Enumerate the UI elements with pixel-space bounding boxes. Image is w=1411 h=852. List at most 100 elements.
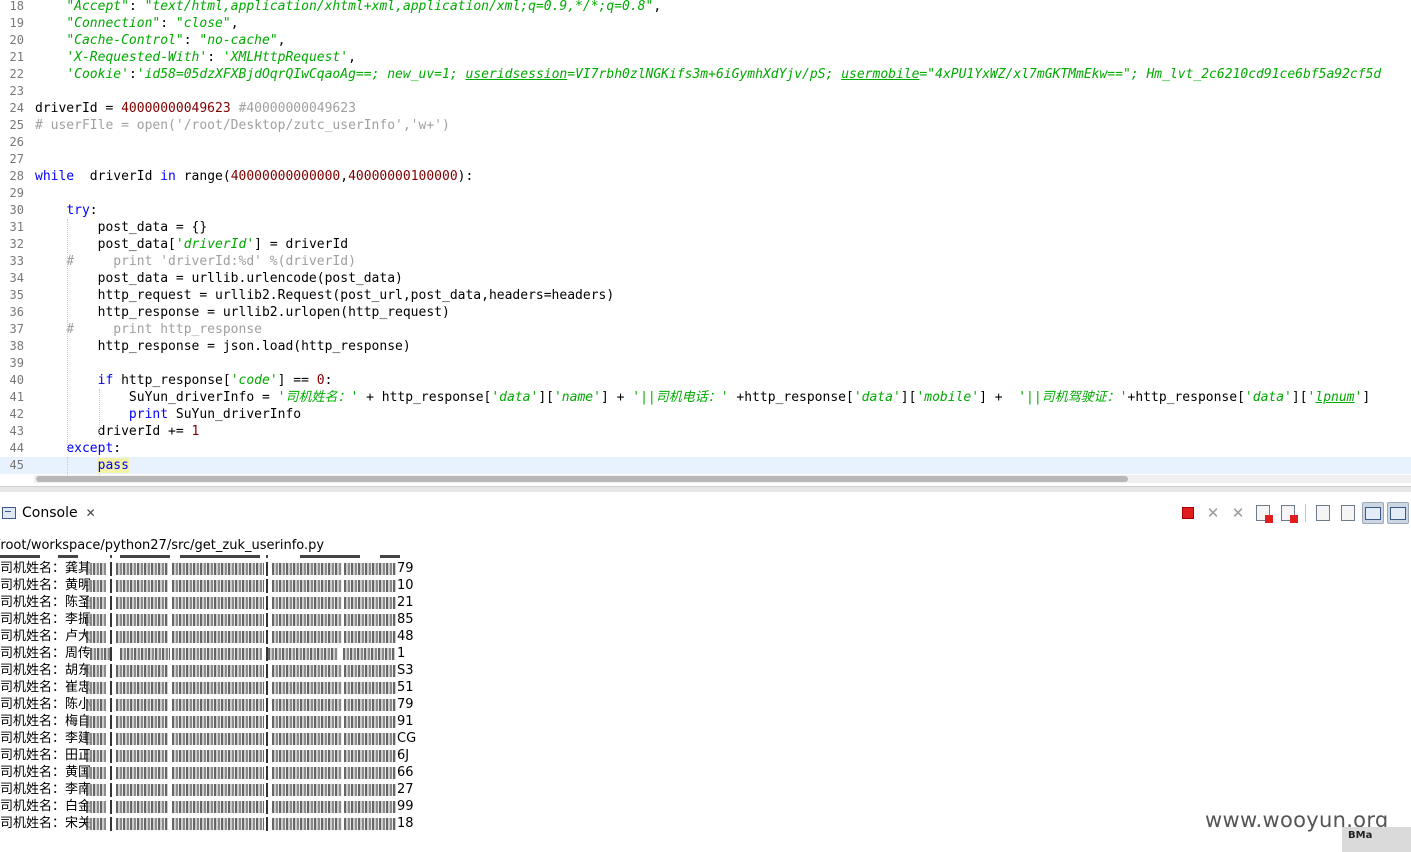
code-line[interactable]: 43 driverId += 1: [0, 423, 1411, 440]
terminate-button[interactable]: [1177, 502, 1199, 524]
tab-console[interactable]: Console ✕: [0, 501, 96, 525]
code-line[interactable]: 19 "Connection": "close",: [0, 15, 1411, 32]
code-line[interactable]: 45 pass: [0, 457, 1411, 474]
code-line[interactable]: 38 http_response = json.load(http_respon…: [0, 338, 1411, 355]
code-token: "Cache-Control": [66, 33, 184, 48]
code-line[interactable]: 33 # print 'driverId:%d' %(driverId): [0, 253, 1411, 270]
redacted-text: [86, 580, 106, 592]
code-line[interactable]: 39: [0, 355, 1411, 372]
show-on-stdout-button[interactable]: [1362, 502, 1384, 524]
redacted-text: [172, 750, 264, 762]
code-token: ,: [653, 0, 662, 14]
redacted-text: [86, 784, 106, 796]
code-line[interactable]: 18 "Accept": "text/html,application/xhtm…: [0, 0, 1411, 15]
line-number: 45: [9, 458, 24, 472]
editor-horizontal-scrollbar[interactable]: [34, 475, 1411, 483]
separator-bar: [266, 647, 268, 661]
redacted-text: [272, 750, 342, 762]
redacted-text: [272, 682, 342, 694]
code-line[interactable]: 34 post_data = urllib.urlencode(post_dat…: [0, 270, 1411, 287]
code-line[interactable]: 36 http_response = urllib2.urlopen(http_…: [0, 304, 1411, 321]
redacted-text: [172, 580, 264, 592]
redacted-text: [344, 580, 396, 592]
redacted-text: [344, 767, 396, 779]
redacted-text: [344, 818, 396, 830]
driver-name-label: 司机姓名：白金: [0, 799, 92, 814]
code-line[interactable]: 35 http_request = urllib2.Request(post_u…: [0, 287, 1411, 304]
code-line[interactable]: 21 'X-Requested-With': 'XMLHttpRequest',: [0, 49, 1411, 66]
code-token: :: [113, 441, 122, 456]
line-number: 20: [9, 33, 24, 47]
redacted-text: [272, 597, 342, 609]
redacted-text: [116, 631, 168, 643]
code-line[interactable]: 26: [0, 134, 1411, 151]
terminate-all-button[interactable]: [1277, 502, 1299, 524]
code-line[interactable]: 32 post_data['driverId'] = driverId: [0, 236, 1411, 253]
code-token: +http_response[: [728, 390, 854, 405]
code-token: :: [160, 16, 176, 31]
code-line[interactable]: 40 if http_response['code'] == 0:: [0, 372, 1411, 389]
code-line[interactable]: 22 'Cookie':'id58=05dzXFXBjdOqrQIwCqaoAg…: [0, 66, 1411, 83]
code-line[interactable]: 31 post_data = {}: [0, 219, 1411, 236]
code-line[interactable]: 24 driverId = 40000000049623 #40000000049…: [0, 100, 1411, 117]
redacted-text: [344, 631, 396, 643]
code-line[interactable]: 20 "Cache-Control": "no-cache",: [0, 32, 1411, 49]
code-line[interactable]: 44 except:: [0, 440, 1411, 457]
code-token: if: [97, 373, 114, 388]
code-token: :: [183, 33, 200, 48]
code-line[interactable]: 42 print SuYun_driverInfo: [0, 406, 1411, 423]
monitor-icon: [1365, 506, 1381, 520]
code-token: ,: [340, 169, 349, 184]
line-number: 23: [9, 84, 24, 98]
console-line: 司机姓名：陈小 79: [0, 696, 420, 713]
scrollbar-thumb[interactable]: [36, 476, 1128, 482]
code-editor[interactable]: 18 "Accept": "text/html,application/xhtm…: [0, 0, 1411, 476]
code-token: while: [35, 169, 75, 184]
show-on-stderr-button[interactable]: [1387, 502, 1409, 524]
code-token: "Accept": [66, 0, 129, 14]
code-line[interactable]: 41 SuYun_driverInfo = '司机姓名：' + http_res…: [0, 389, 1411, 406]
separator-bar: [110, 562, 112, 576]
code-token: range(: [175, 169, 231, 184]
scroll-lock-button[interactable]: [1337, 502, 1359, 524]
separator-bar: [110, 783, 112, 797]
line-number: 31: [9, 220, 24, 234]
code-text: SuYun_driverInfo = '司机姓名：' + http_respon…: [35, 389, 1370, 406]
line-number: 29: [9, 186, 24, 200]
remove-launch-button[interactable]: ✕: [1202, 502, 1224, 524]
plate-suffix: 51: [397, 680, 414, 695]
redacted-text: [86, 733, 106, 745]
driver-name-label: 司机姓名：卢大: [0, 629, 92, 644]
line-number: 25: [9, 118, 24, 132]
line-number: 28: [9, 169, 24, 183]
terminate-relaunch-button[interactable]: [1252, 502, 1274, 524]
remove-all-terminated-button[interactable]: ✕: [1227, 502, 1249, 524]
separator-bar: [266, 562, 268, 576]
code-line[interactable]: 30 try:: [0, 202, 1411, 219]
clear-console-button[interactable]: [1312, 502, 1334, 524]
separator-bar: [110, 800, 112, 814]
corner-badge: BMa: [1342, 827, 1411, 852]
code-line[interactable]: 25 # userFIle = open('/root/Desktop/zutc_…: [0, 117, 1411, 134]
separator-bar: [110, 630, 112, 644]
close-tab-icon[interactable]: ✕: [86, 506, 96, 520]
code-line[interactable]: 23: [0, 83, 1411, 100]
code-token: in: [160, 169, 176, 184]
redacted-text: [116, 818, 168, 830]
code-token: :: [324, 373, 333, 388]
console-line: 司机姓名：龚其 79: [0, 560, 420, 577]
code-token: #40000000049623: [230, 101, 356, 116]
plate-suffix: 6J: [397, 748, 410, 763]
stop-icon: [1182, 507, 1194, 519]
separator-bar: [266, 766, 268, 780]
code-text: 'Cookie':'id58=05dzXFXBjdOqrQIwCqaoAg==;…: [35, 66, 1381, 83]
line-number: 18: [9, 0, 24, 13]
redacted-text: [116, 750, 168, 762]
redacted-text: [268, 648, 338, 660]
code-line[interactable]: 37 # print http_response: [0, 321, 1411, 338]
code-line[interactable]: 29: [0, 185, 1411, 202]
code-line[interactable]: 28 while driverId in range(40000000000000…: [0, 168, 1411, 185]
code-line[interactable]: 27: [0, 151, 1411, 168]
code-text: print SuYun_driverInfo: [35, 406, 301, 423]
